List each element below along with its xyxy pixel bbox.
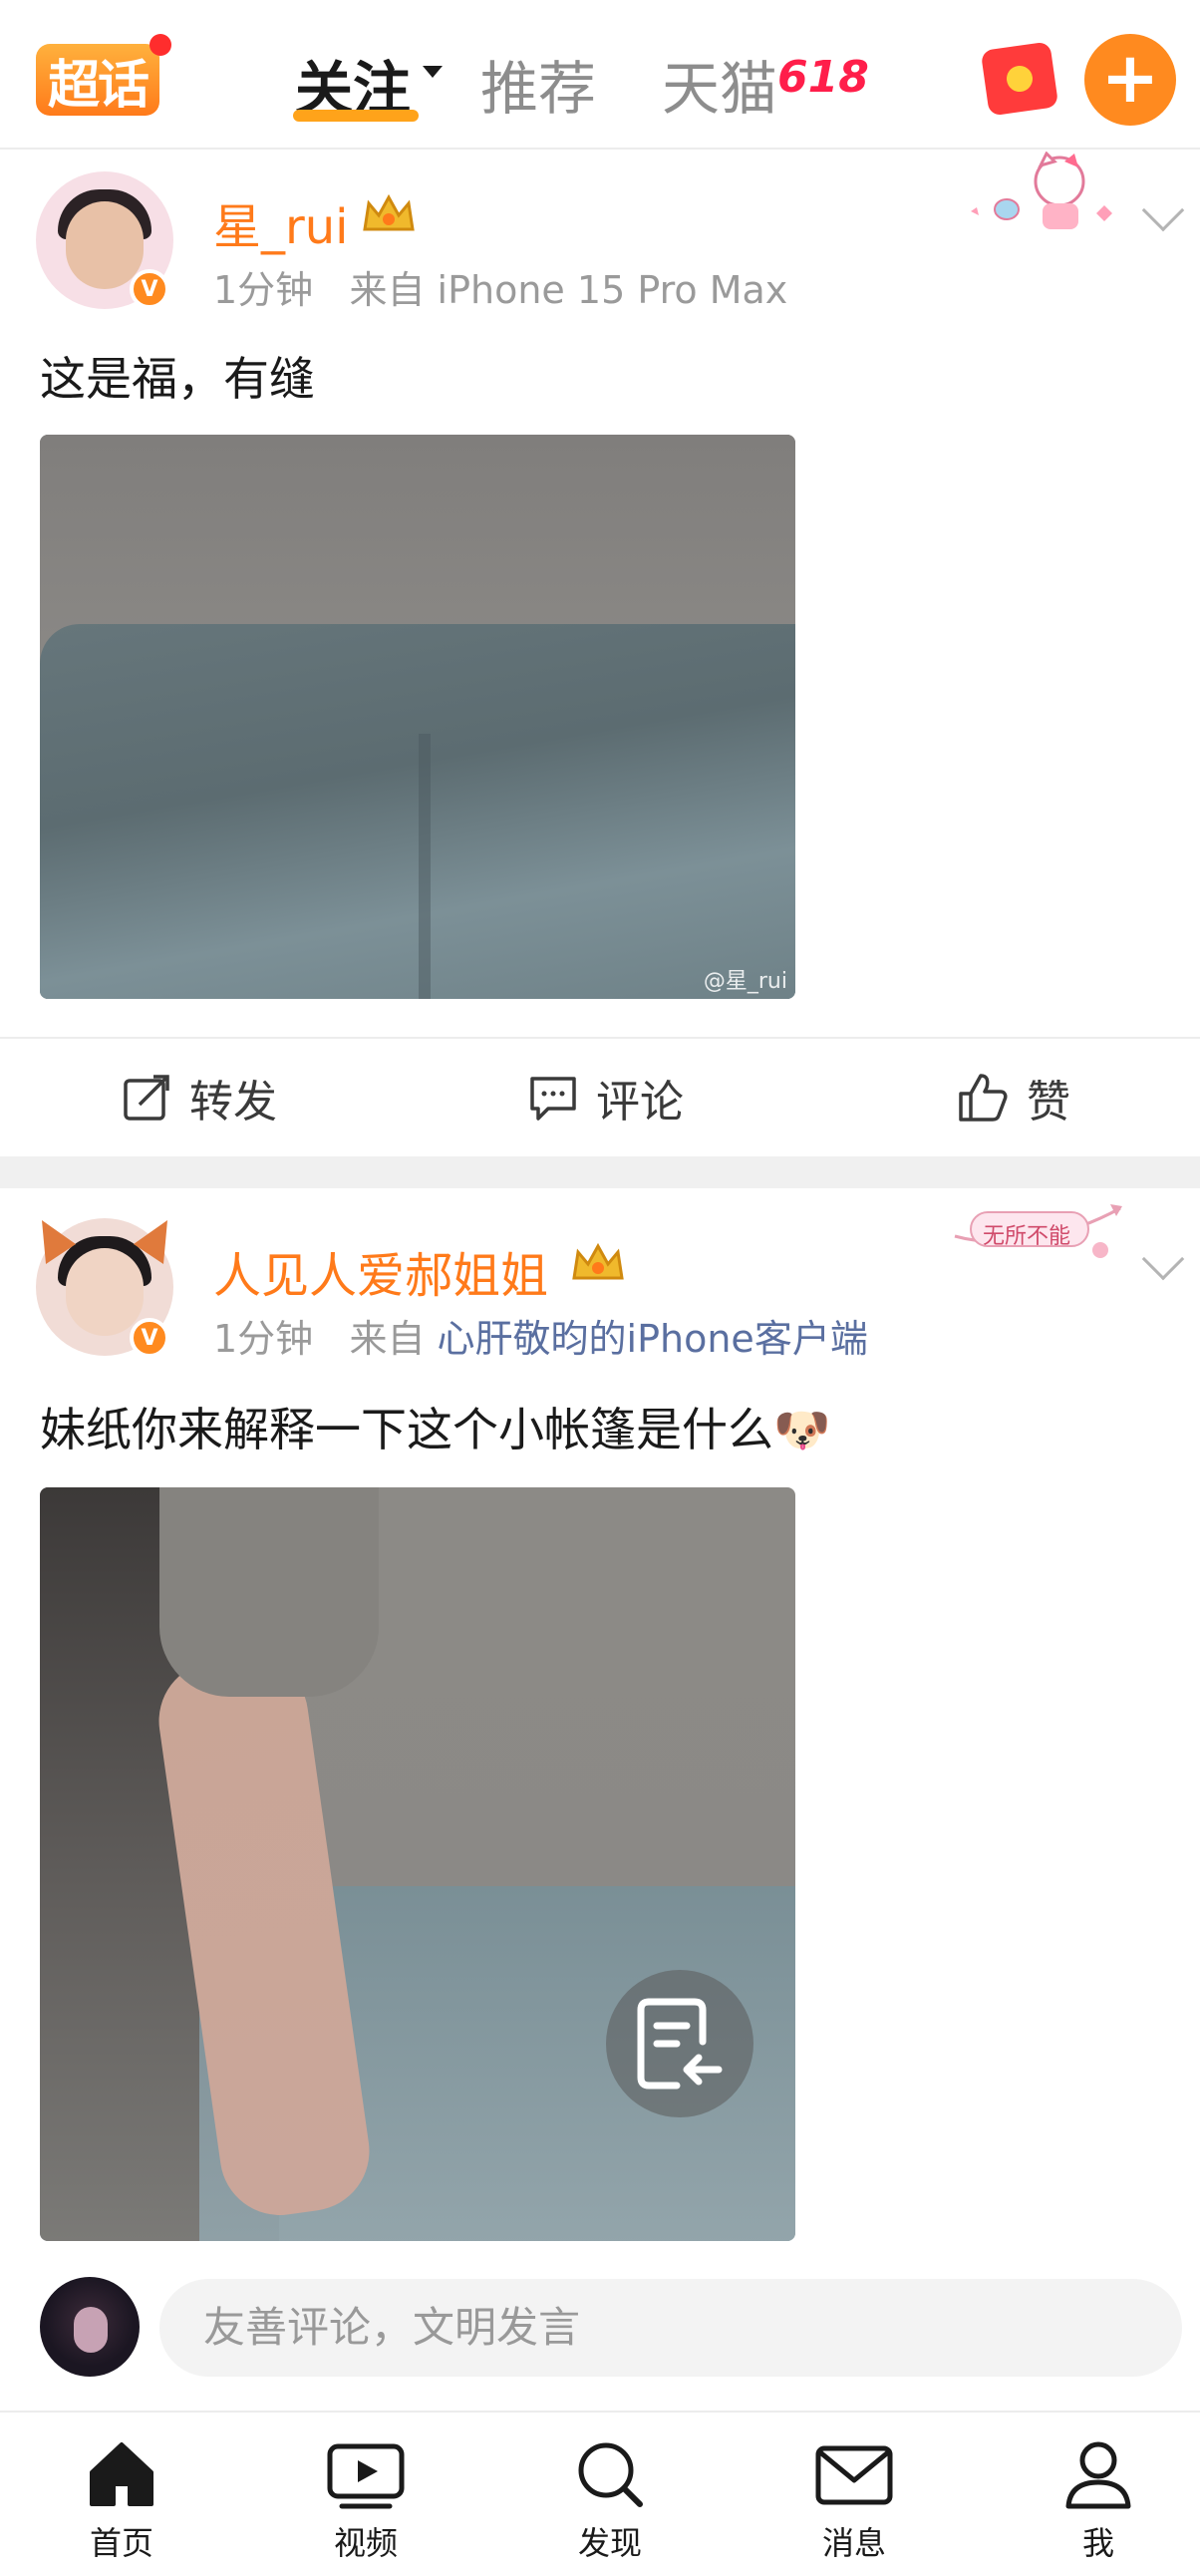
- tab-recommend[interactable]: 推荐: [480, 42, 596, 126]
- document-return-icon: [637, 1998, 723, 2090]
- verified-badge-icon: V: [130, 269, 169, 309]
- thumbs-up-icon: [959, 1074, 1008, 1122]
- nav-discover[interactable]: 发现: [540, 2438, 680, 2564]
- post-actions: 转发 评论 赞: [0, 1037, 1200, 1154]
- post-photo[interactable]: [40, 1487, 795, 2241]
- post-username[interactable]: 星_rui: [213, 187, 349, 257]
- home-icon: [90, 2442, 153, 2506]
- post-time: 1分钟: [213, 1317, 314, 1361]
- supertopic-logo[interactable]: 超话: [36, 44, 159, 116]
- post-source: iPhone 15 Pro Max: [437, 268, 788, 312]
- like-label: 赞: [1027, 1077, 1070, 1127]
- my-avatar[interactable]: [40, 2277, 140, 2377]
- like-button[interactable]: 赞: [957, 1039, 1070, 1156]
- comment-input[interactable]: 友善评论，文明发言: [159, 2279, 1182, 2377]
- post-photo[interactable]: @星_rui: [40, 435, 795, 999]
- post-text: 这是福，有缝: [40, 352, 315, 406]
- comment-icon: [530, 1077, 576, 1121]
- chevron-down-icon[interactable]: [1141, 1237, 1185, 1281]
- post-time: 1分钟: [213, 268, 314, 312]
- live-photo-button[interactable]: [606, 1970, 753, 2117]
- feed-post[interactable]: V 人见人爱郝姐姐 1分钟 来自 心肝敬昀的iPhone客户端 无所不能 妹纸你…: [0, 1188, 1200, 2411]
- chevron-down-icon[interactable]: [423, 66, 443, 78]
- top-bar: 超话 关注 推荐 天猫 618 +: [0, 0, 1200, 150]
- nav-home[interactable]: 首页: [52, 2438, 191, 2564]
- hello-kitty-sticker-icon: [971, 152, 1112, 229]
- nav-label: 我: [1081, 2524, 1114, 2562]
- feed-post[interactable]: V 星_rui 1分钟 来自 iPhone 15 Pro Max 这是福，有缝 …: [0, 152, 1200, 1154]
- notification-dot: [150, 34, 171, 56]
- nav-label: 视频: [333, 2524, 398, 2562]
- source-prefix: 来自: [349, 268, 426, 312]
- profile-icon: [1065, 2441, 1131, 2509]
- repost-label: 转发: [189, 1077, 277, 1127]
- post-text: 妹纸你来解释一下这个小帐篷是什么🐶: [40, 1403, 831, 1456]
- bottom-nav: 首页 视频 发现 消息 我: [0, 2411, 1200, 2576]
- decor-sticker: 无所不能: [951, 1202, 1124, 1262]
- nav-label: 消息: [821, 2524, 886, 2562]
- repost-button[interactable]: 转发: [122, 1039, 277, 1156]
- add-button[interactable]: +: [1084, 34, 1176, 126]
- feed-divider: [0, 1156, 1200, 1188]
- sticker-text: 无所不能: [983, 1224, 1071, 1249]
- nav-me[interactable]: 我: [1029, 2438, 1168, 2564]
- active-tab-indicator: [293, 110, 419, 122]
- red-packet-icon[interactable]: [980, 41, 1059, 117]
- chevron-down-icon[interactable]: [1141, 188, 1185, 232]
- tmall-618-badge: 618: [777, 52, 869, 103]
- post-meta: 1分钟 来自 心肝敬昀的iPhone客户端: [213, 1308, 868, 1363]
- repost-icon: [124, 1075, 169, 1121]
- source-prefix: 来自: [349, 1317, 426, 1361]
- post-meta: 1分钟 来自 iPhone 15 Pro Max: [213, 259, 787, 314]
- nav-messages[interactable]: 消息: [784, 2438, 924, 2564]
- nav-label: 发现: [577, 2524, 642, 2562]
- logo-text: 超话: [47, 55, 150, 116]
- crown-icon: [572, 1242, 624, 1280]
- video-icon: [327, 2443, 405, 2509]
- search-icon: [578, 2442, 643, 2507]
- tab-tmall[interactable]: 天猫: [662, 42, 777, 126]
- post-source-link[interactable]: 心肝敬昀的iPhone客户端: [438, 1317, 868, 1361]
- crown-icon: [363, 193, 415, 231]
- post-username[interactable]: 人见人爱郝姐姐: [213, 1236, 548, 1306]
- comment-label: 评论: [596, 1077, 684, 1127]
- verified-badge-icon: V: [130, 1318, 169, 1358]
- mail-icon: [815, 2445, 893, 2505]
- comment-button[interactable]: 评论: [528, 1039, 684, 1156]
- photo-watermark: @星_rui: [703, 969, 787, 994]
- nav-label: 首页: [89, 2524, 153, 2562]
- cat-ears-icon: [42, 1220, 167, 1264]
- weibo-app: 超话 关注 推荐 天猫 618 + V 星_rui 1分钟 来自 iPhone …: [0, 0, 1200, 2576]
- nav-video[interactable]: 视频: [296, 2438, 436, 2564]
